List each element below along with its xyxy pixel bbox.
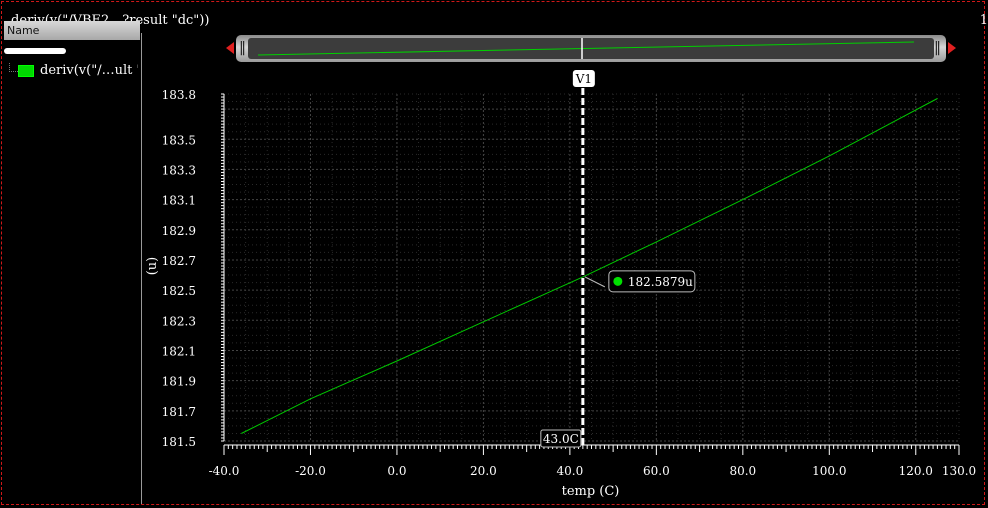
x-tick-label: 20.0 (470, 464, 497, 478)
callout-value: 182.5879u (628, 275, 693, 289)
y-tick-label: 183.8 (162, 88, 196, 102)
y-tick-label: 183.1 (162, 194, 196, 208)
marker-x-label: 43.0C (543, 432, 579, 446)
x-tick-label: 0.0 (387, 464, 406, 478)
y-tick-label: 181.7 (162, 405, 196, 419)
x-tick-label: 60.0 (643, 464, 670, 478)
x-tick-label: 130.0 (942, 464, 976, 478)
y-tick-label: 183.5 (162, 133, 196, 147)
series-line[interactable] (241, 98, 938, 434)
marker-name: V1 (575, 72, 592, 86)
x-tick-label: 100.0 (812, 464, 846, 478)
x-tick-label: 40.0 (557, 464, 584, 478)
y-tick-label: 182.3 (162, 314, 196, 328)
chart[interactable]: -40.0 -20.0 0.0 20.0 40.0 60.0 80.0 100.0 120.0 1… (0, 0, 988, 508)
y-tick-label: 183.3 (162, 163, 196, 177)
y-tick-label: 182.7 (162, 254, 196, 268)
y-tick-label: 182.9 (162, 224, 196, 238)
y-tick-label: 182.1 (162, 344, 196, 358)
x-tick-label: 120.0 (899, 464, 933, 478)
y-tick-label: 181.9 (162, 375, 196, 389)
x-tick-label: -20.0 (295, 464, 326, 478)
x-axis-label: temp (C) (562, 484, 620, 499)
y-tick-label: 182.5 (162, 284, 196, 298)
callout-dot (613, 276, 623, 286)
y-axis-label: (u) (145, 257, 160, 276)
x-tick-label: 80.0 (729, 464, 756, 478)
callout-leader (584, 276, 606, 288)
y-tick-label: 181.5 (162, 435, 196, 449)
x-tick-label: -40.0 (209, 464, 240, 478)
